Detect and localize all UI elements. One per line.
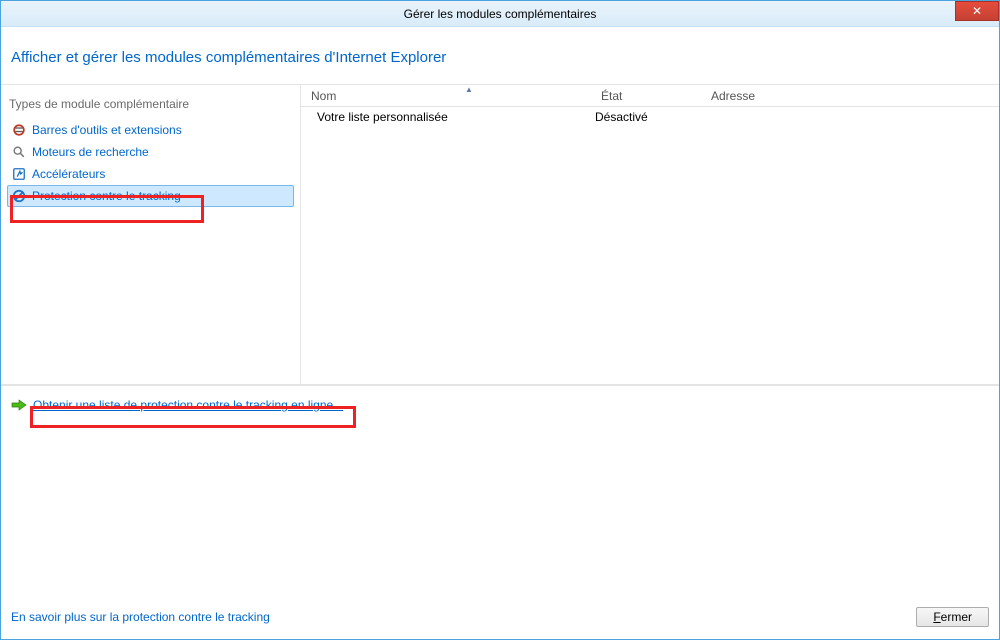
sidebar-item-label: Accélérateurs [32,167,105,181]
column-header-etat[interactable]: État [595,86,705,106]
sidebar-item-search[interactable]: Moteurs de recherche [7,141,294,163]
close-window-button[interactable]: ✕ [955,1,999,21]
sidebar-item-toolbars[interactable]: Barres d'outils et extensions [7,119,294,141]
close-button-rest: ermer [941,610,972,624]
header-area: Afficher et gérer les modules complément… [1,27,999,85]
titlebar: Gérer les modules complémentaires ✕ [1,1,999,27]
cell-etat: Désactivé [595,110,705,124]
list-area: Nom ▲ État Adresse Votre liste personnal… [301,85,999,384]
column-header-label: État [601,89,622,103]
page-title: Afficher et gérer les modules complément… [11,49,989,66]
manage-addons-window: Gérer les modules complémentaires ✕ Affi… [0,0,1000,640]
close-button[interactable]: Fermer [916,607,989,627]
sidebar: Types de module complémentaire Barres d'… [1,85,301,384]
middle-area: Types de module complémentaire Barres d'… [1,85,999,385]
details-pane: Obtenir une liste de protection contre l… [1,385,999,639]
toolbars-icon [12,123,26,137]
sidebar-item-accelerators[interactable]: Accélérateurs [7,163,294,185]
sidebar-item-label: Moteurs de recherche [32,145,149,159]
sidebar-item-label: Barres d'outils et extensions [32,123,182,137]
sidebar-item-tracking-protection[interactable]: Protection contre le tracking [7,185,294,207]
column-header-label: Adresse [711,89,755,103]
footer: En savoir plus sur la protection contre … [1,595,999,639]
sidebar-heading: Types de module complémentaire [7,93,294,119]
learn-more-link[interactable]: En savoir plus sur la protection contre … [11,610,270,624]
table-row[interactable]: Votre liste personnalisée Désactivé [301,107,999,127]
get-list-online-link[interactable]: Obtenir une liste de protection contre l… [33,398,343,412]
search-icon [12,145,26,159]
column-header-label: Nom [311,89,336,103]
sidebar-item-label: Protection contre le tracking [32,189,181,203]
close-icon: ✕ [972,4,982,18]
column-header-adresse[interactable]: Adresse [705,86,999,106]
columns-header: Nom ▲ État Adresse [301,85,999,107]
column-header-nom[interactable]: Nom ▲ [305,86,595,106]
block-icon [12,189,26,203]
sort-asc-icon: ▲ [465,85,473,94]
go-arrow-icon [11,398,27,412]
accelerator-icon [12,167,26,181]
details-top: Obtenir une liste de protection contre l… [1,386,999,595]
close-button-mnemonic: F [933,610,940,624]
window-title: Gérer les modules complémentaires [404,7,597,21]
cell-nom: Votre liste personnalisée [305,110,595,124]
